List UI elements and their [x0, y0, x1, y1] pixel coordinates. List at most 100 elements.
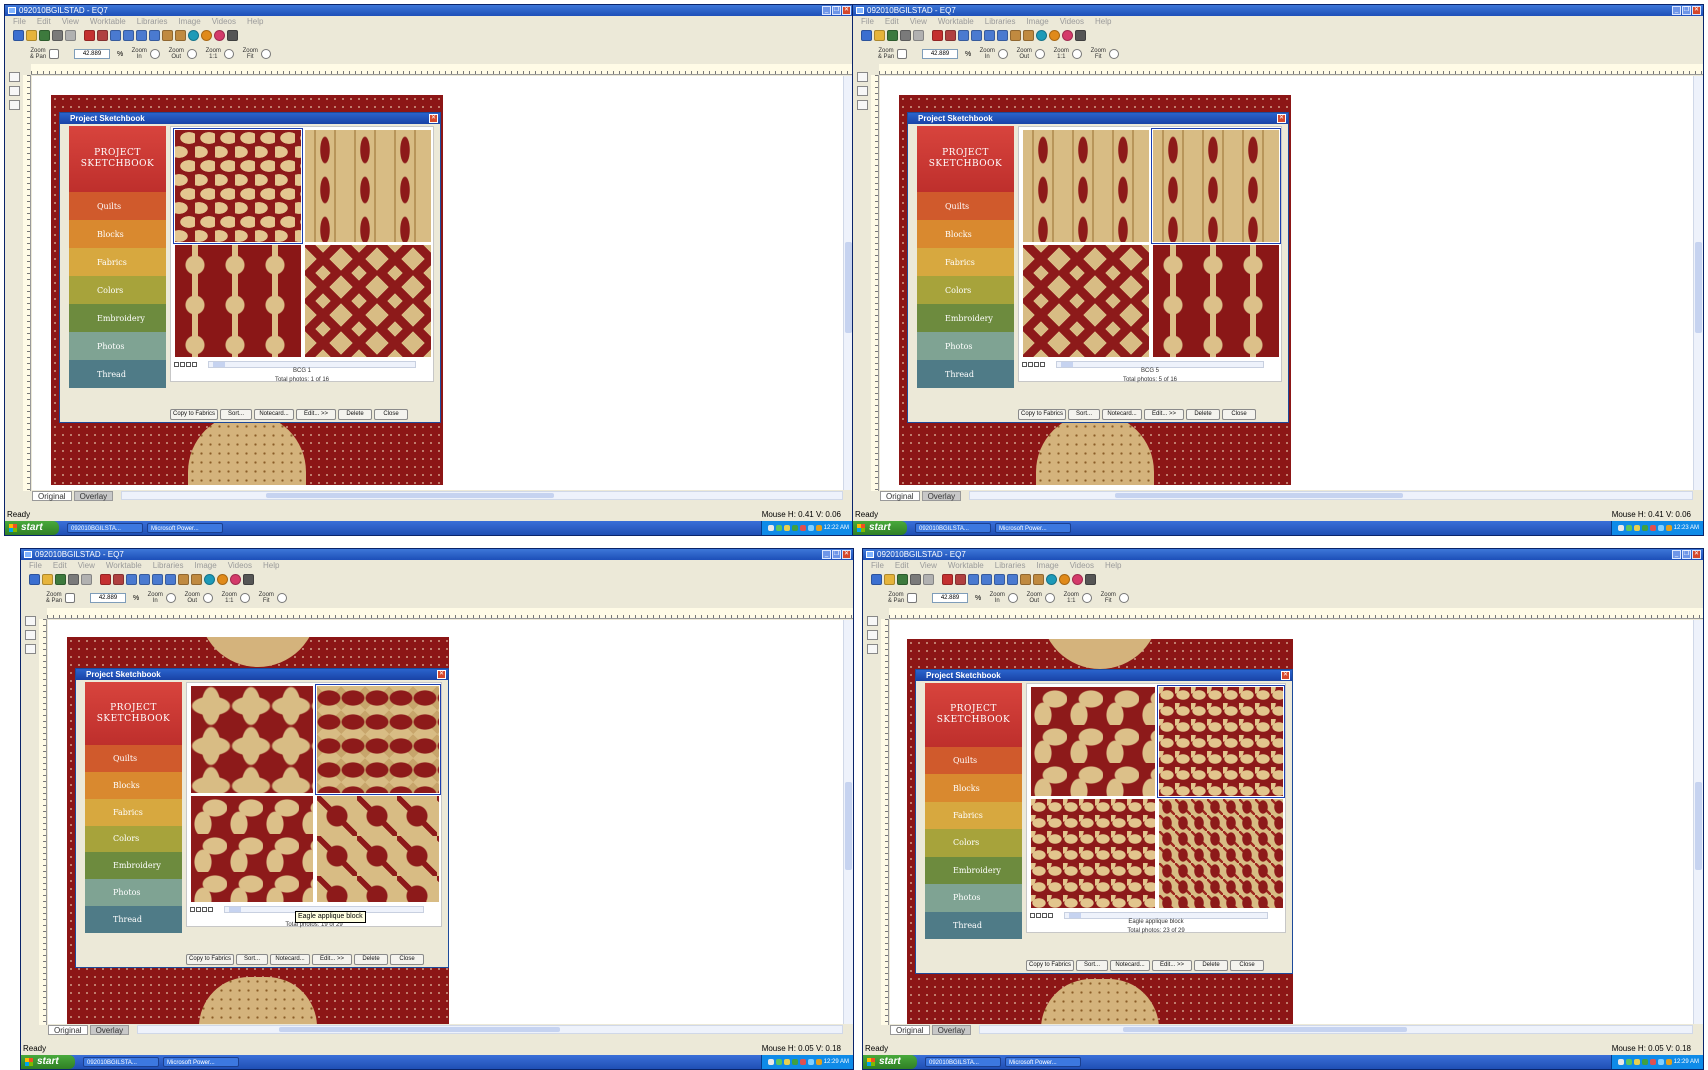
taskbar-item[interactable]: 092010BGILSTA... [915, 523, 991, 533]
menu-item-view[interactable]: View [62, 16, 79, 27]
tab-overlay[interactable]: Overlay [921, 490, 962, 501]
zoom-pan-button[interactable]: Zoom & Pan [877, 48, 907, 60]
photo-thumbnail[interactable] [305, 130, 431, 242]
crop-tool-icon[interactable] [866, 644, 878, 654]
menu-item-videos[interactable]: Videos [212, 16, 236, 27]
worktable-canvas[interactable]: Project Sketchbook ✕ PROJECT SKETCHBOOK Quil… [890, 620, 1693, 1024]
tray-icon[interactable] [1649, 525, 1656, 531]
zoom-icon[interactable] [994, 574, 1005, 585]
notecard-button[interactable]: Notecard... [254, 409, 294, 420]
sidebar-item-thread[interactable]: Thread [917, 360, 1014, 388]
fabric-icon[interactable] [1062, 30, 1073, 41]
close-icon[interactable]: ✕ [1692, 550, 1701, 559]
photo-thumbnail[interactable] [317, 795, 439, 902]
worktable-canvas[interactable]: Project Sketchbook ✕ PROJECT SKETCHBOOK Quil… [48, 620, 843, 1024]
tray-icon[interactable] [1633, 525, 1640, 531]
tray-icon[interactable] [1625, 525, 1632, 531]
scroll-thumb[interactable] [845, 781, 852, 871]
tray-icon[interactable] [1665, 1059, 1672, 1065]
sidebar-item-blocks[interactable]: Blocks [85, 771, 182, 799]
zoom-icon[interactable] [139, 574, 150, 585]
undo-icon[interactable] [913, 30, 924, 41]
zoom-1-1-button[interactable]: Zoom 1:1 [1052, 48, 1083, 60]
sidebar-item-photos[interactable]: Photos [69, 332, 166, 360]
undo-icon[interactable] [65, 30, 76, 41]
zoom-1-1-button[interactable]: Zoom 1:1 [204, 48, 235, 60]
zoom-icon[interactable] [984, 30, 995, 41]
tray-icon[interactable] [1625, 1059, 1632, 1065]
copy-to-fabrics-button[interactable]: Copy to Fabrics [186, 954, 234, 965]
block-icon[interactable] [97, 30, 108, 41]
horizontal-scrollbar[interactable] [969, 491, 1693, 500]
tray-icon[interactable] [1641, 525, 1648, 531]
tray-icon[interactable] [815, 1059, 822, 1065]
copy-to-fabrics-button[interactable]: Copy to Fabrics [170, 409, 218, 420]
restore-icon[interactable]: ❐ [832, 550, 841, 559]
edit-button[interactable]: Edit... >> [1152, 960, 1192, 971]
zoom-icon[interactable] [136, 30, 147, 41]
tray-icon[interactable] [783, 1059, 790, 1065]
print-icon[interactable] [910, 574, 921, 585]
zoom-icon[interactable] [152, 574, 163, 585]
tray-icon[interactable] [767, 1059, 774, 1065]
pick-tool-icon[interactable] [856, 72, 868, 82]
photo-thumbnail[interactable] [1157, 685, 1285, 798]
sidebar-item-embroidery[interactable]: Embroidery [69, 304, 166, 332]
sort-button[interactable]: Sort... [1068, 409, 1100, 420]
notecard-button[interactable]: Notecard... [270, 954, 310, 965]
dialog-title-bar[interactable]: Project Sketchbook ✕ [76, 669, 448, 680]
tray-icon[interactable] [815, 525, 822, 531]
layer-icon[interactable] [24, 630, 36, 640]
horizontal-scrollbar[interactable] [137, 1025, 843, 1034]
close-icon[interactable]: ✕ [842, 550, 851, 559]
menu-item-help[interactable]: Help [1105, 560, 1121, 571]
pick-tool-icon[interactable] [866, 616, 878, 626]
layer-icon[interactable] [8, 86, 20, 96]
view-size-icon[interactable] [186, 361, 191, 367]
sidebar-item-blocks[interactable]: Blocks [917, 220, 1014, 248]
zoom-percent-field[interactable]: 42.889 [74, 49, 110, 59]
photo-thumbnail[interactable] [1031, 799, 1155, 908]
draw-icon[interactable] [1020, 574, 1031, 585]
tray-icon[interactable] [1665, 525, 1672, 531]
paint-icon[interactable] [1023, 30, 1034, 41]
sidebar-item-blocks[interactable]: Blocks [925, 774, 1022, 802]
new-icon[interactable] [871, 574, 882, 585]
menu-item-worktable[interactable]: Worktable [106, 560, 142, 571]
photo-thumbnail[interactable] [315, 684, 441, 795]
menu-item-file[interactable]: File [13, 16, 26, 27]
sidebar-item-quilts[interactable]: Quilts [69, 192, 166, 220]
fabric-icon[interactable] [1072, 574, 1083, 585]
horizontal-scrollbar[interactable] [979, 1025, 1693, 1034]
horizontal-scrollbar[interactable] [121, 491, 843, 500]
tray-icon[interactable] [775, 1059, 782, 1065]
view-size-icon[interactable] [196, 906, 201, 912]
scroll-thumb[interactable] [1122, 1027, 1408, 1032]
menu-item-edit[interactable]: Edit [885, 16, 899, 27]
dialog-close-icon[interactable]: ✕ [1281, 671, 1290, 680]
star-icon[interactable] [217, 574, 228, 585]
draw-icon[interactable] [178, 574, 189, 585]
tray-icon[interactable] [783, 525, 790, 531]
zoom-percent-field[interactable]: 42.889 [932, 593, 968, 603]
edit-button[interactable]: Edit... >> [296, 409, 336, 420]
taskbar-item[interactable]: Microsoft Power... [147, 523, 223, 533]
sidebar-item-photos[interactable]: Photos [917, 332, 1014, 360]
tab-overlay[interactable]: Overlay [89, 1024, 130, 1035]
start-button[interactable]: start [5, 521, 59, 535]
vertical-scrollbar[interactable] [1693, 76, 1703, 490]
menu-item-libraries[interactable]: Libraries [985, 16, 1016, 27]
view-size-icon[interactable] [1036, 912, 1041, 918]
quilt-icon[interactable] [100, 574, 111, 585]
start-button[interactable]: start [21, 1055, 75, 1069]
zoom-icon[interactable] [126, 574, 137, 585]
taskbar-item[interactable]: Microsoft Power... [1005, 1057, 1081, 1067]
restore-icon[interactable]: ❐ [1682, 550, 1691, 559]
paint-icon[interactable] [1033, 574, 1044, 585]
zoom-icon[interactable] [971, 30, 982, 41]
view-size-icon[interactable] [1030, 912, 1035, 918]
sidebar-item-colors[interactable]: Colors [925, 829, 1022, 857]
photo-thumbnail[interactable] [1153, 245, 1279, 357]
menu-item-image[interactable]: Image [1036, 560, 1058, 571]
save-icon[interactable] [39, 30, 50, 41]
